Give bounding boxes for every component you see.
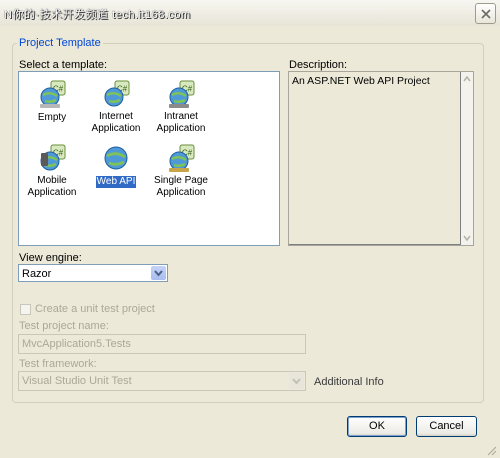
cs-web-project-icon: C# — [37, 79, 67, 109]
create-unit-test-checkbox[interactable] — [20, 304, 31, 315]
description-label: Description: — [289, 59, 348, 71]
window-title: N你的·技术开发频道 tech.it168.com — [4, 9, 191, 21]
scroll-down-icon[interactable] — [463, 234, 471, 242]
view-engine-dropdown-button[interactable] — [151, 266, 166, 280]
test-framework-label: Test framework: — [19, 358, 97, 370]
description-box: An ASP.NET Web API Project — [288, 71, 474, 246]
scroll-up-icon[interactable] — [463, 75, 471, 83]
additional-info-label: Additional Info — [314, 376, 384, 388]
template-item-intranet-application[interactable]: C# Intranet Application — [149, 79, 213, 135]
view-engine-select[interactable]: Razor — [18, 264, 168, 282]
chevron-down-icon — [292, 378, 301, 385]
template-label: Empty — [37, 112, 67, 123]
title-bar[interactable]: N你的·技术开发频道 tech.it168.com — [0, 0, 500, 26]
template-label: Internet Application — [91, 111, 141, 134]
close-icon — [481, 9, 491, 19]
template-label: Intranet Application — [156, 111, 206, 134]
template-item-web-api[interactable]: Web API — [84, 143, 148, 188]
test-project-name-label: Test project name: — [19, 320, 109, 332]
template-item-empty[interactable]: C# Empty — [20, 79, 84, 124]
description-text: An ASP.NET Web API Project — [292, 75, 430, 87]
test-framework-dropdown-button[interactable] — [289, 373, 304, 389]
cancel-button[interactable]: Cancel — [416, 416, 477, 437]
template-item-internet-application[interactable]: C# Internet Application — [84, 79, 148, 135]
cs-web-project-icon: C# — [37, 143, 67, 173]
template-label: Single Page Application — [154, 175, 208, 198]
test-framework-value: Visual Studio Unit Test — [22, 375, 132, 387]
cs-web-project-icon: C# — [166, 143, 196, 173]
view-engine-label: View engine: — [19, 252, 82, 264]
create-unit-test-label: Create a unit test project — [35, 303, 155, 315]
template-item-single-page-application[interactable]: C# Single Page Application — [149, 143, 213, 199]
template-item-mobile-application[interactable]: C# Mobile Application — [20, 143, 84, 199]
resize-grip-icon[interactable] — [487, 446, 497, 456]
template-list[interactable]: C# Empty C# Internet Application C# Intr… — [18, 71, 280, 246]
test-project-name-field[interactable]: MvcApplication5.Tests — [18, 334, 306, 354]
view-engine-value: Razor — [22, 268, 52, 280]
cs-web-project-icon: C# — [166, 79, 196, 109]
template-label: Mobile Application — [27, 175, 77, 198]
template-label: Web API — [95, 176, 137, 188]
group-legend: Project Template — [17, 37, 103, 49]
ok-button[interactable]: OK — [347, 416, 407, 437]
test-framework-select[interactable]: Visual Studio Unit Test — [18, 371, 306, 391]
cs-web-project-icon: C# — [101, 79, 131, 109]
chevron-down-icon — [154, 270, 163, 277]
description-frame — [289, 72, 461, 245]
description-scrollbar[interactable] — [461, 72, 473, 245]
close-button[interactable] — [475, 3, 496, 24]
select-template-label: Select a template: — [19, 59, 108, 71]
test-project-name-value: MvcApplication5.Tests — [22, 338, 131, 350]
cs-web-project-icon — [101, 143, 131, 173]
